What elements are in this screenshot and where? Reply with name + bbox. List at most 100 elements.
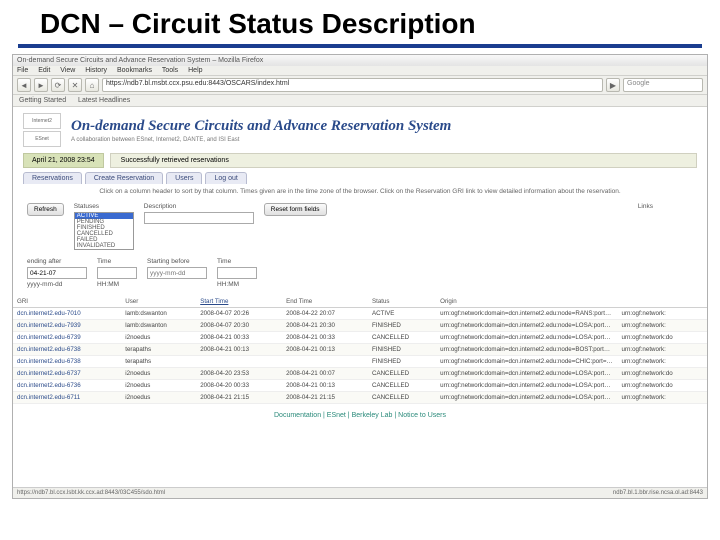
table-row[interactable]: dcn.internet2.edu-6711i2noedus2008-04-21… [13,392,707,404]
stop-icon[interactable]: ✕ [68,78,82,92]
reservations-table: GRI User Start Time End Time Status Orig… [13,296,707,404]
table-row[interactable]: dcn.internet2.edu-6739i2noedus2008-04-21… [13,332,707,344]
th-dest[interactable] [617,296,707,308]
menu-view[interactable]: View [60,67,75,74]
cell-end: 2008-04-21 00:33 [282,332,368,344]
cell-status: FINISHED [368,356,436,368]
cell-end: 2008-04-22 20:07 [282,308,368,320]
cell-status: CANCELLED [368,392,436,404]
bookmark-getting-started[interactable]: Getting Started [19,97,66,104]
cell-status: FINISHED [368,344,436,356]
table-row[interactable]: dcn.internet2.edu-7939lamb:dswanton2008-… [13,320,707,332]
cell-start: 2008-04-21 00:13 [196,344,282,356]
cell-start: 2008-04-21 21:15 [196,392,282,404]
table-row[interactable]: dcn.internet2.edu-6737i2noedus2008-04-20… [13,368,707,380]
statuses-select[interactable]: ACTIVE PENDING FINISHED CANCELLED FAILED… [74,212,134,250]
url-bar[interactable]: https://ndb7.bl.msbt.ccx.psu.edu:8443/OS… [102,78,603,92]
cell-gri[interactable]: dcn.internet2.edu-6736 [13,380,121,392]
ending-after-input[interactable] [27,267,87,279]
tab-create-reservation[interactable]: Create Reservation [85,172,163,184]
time-label-2: Time [217,258,257,265]
cell-origin: urn:ogf:network:domain=dcn.internet2.edu… [436,308,617,320]
page-header: Internet2 ESnet On-demand Secure Circuit… [13,107,707,153]
cell-origin: urn:ogf:network:domain=dcn.internet2.edu… [436,332,617,344]
browser-statusbar: https://ndb7.bl.ccx.lsbt.kk.ccx.ad:8443/… [13,487,707,498]
cell-gri[interactable]: dcn.internet2.edu-6738 [13,344,121,356]
cell-start: 2008-04-07 20:30 [196,320,282,332]
tab-users[interactable]: Users [166,172,202,184]
esnet-logo: ESnet [23,131,61,147]
status-msg: Successfully retrieved reservations [110,153,697,168]
statuses-label: Statuses [74,203,134,210]
cell-dest: urn:ogf:network: [617,356,707,368]
table-row[interactable]: dcn.internet2.edu-6738terapaths2008-04-2… [13,344,707,356]
cell-status: FINISHED [368,320,436,332]
cell-gri[interactable]: dcn.internet2.edu-6737 [13,368,121,380]
app-title: On-demand Secure Circuits and Advance Re… [71,118,451,135]
filter-row: Refresh Statuses ACTIVE PENDING FINISHED… [13,199,707,254]
bookmark-bar: Getting Started Latest Headlines [13,95,707,107]
description-input[interactable] [144,212,254,224]
browser-window: On-demand Secure Circuits and Advance Re… [12,54,708,499]
bookmark-latest-headlines[interactable]: Latest Headlines [78,97,130,104]
menu-bookmarks[interactable]: Bookmarks [117,67,152,74]
th-start[interactable]: Start Time [196,296,282,308]
cell-end: 2008-04-21 21:15 [282,392,368,404]
menu-history[interactable]: History [85,67,107,74]
cell-gri[interactable]: dcn.internet2.edu-6739 [13,332,121,344]
cell-origin: urn:ogf:network:domain=dcn.internet2.edu… [436,344,617,356]
description-label: Description [144,203,254,210]
starting-before-input[interactable] [147,267,207,279]
internet2-logo: Internet2 [23,113,61,129]
home-icon[interactable]: ⌂ [85,78,99,92]
cell-end: 2008-04-21 20:30 [282,320,368,332]
search-box[interactable]: Google [623,78,703,92]
time-input-2[interactable] [217,267,257,279]
th-end[interactable]: End Time [282,296,368,308]
menu-edit[interactable]: Edit [38,67,50,74]
th-gri[interactable]: GRI [13,296,121,308]
footer-links[interactable]: Documentation | ESnet | Berkeley Lab | N… [13,404,707,427]
reload-icon[interactable]: ⟳ [51,78,65,92]
cell-dest: urn:ogf:network:do [617,368,707,380]
th-origin[interactable]: Origin [436,296,617,308]
cell-end: 2008-04-21 00:13 [282,380,368,392]
tab-reservations[interactable]: Reservations [23,172,82,184]
status-host: ndb7.bl.1.bbr.rise.ncsa.ol.ad:8443 [613,490,703,496]
browser-titlebar: On-demand Secure Circuits and Advance Re… [13,55,707,66]
table-row[interactable]: dcn.internet2.edu-6736i2noedus2008-04-20… [13,380,707,392]
cell-start: 2008-04-20 23:53 [196,368,282,380]
table-row[interactable]: dcn.internet2.edu-7010lamb:dswanton2008-… [13,308,707,320]
cell-dest: urn:ogf:network: [617,392,707,404]
date-format-hint: yyyy-mm-dd [27,281,87,288]
cell-user: i2noedus [121,380,196,392]
cell-start: 2008-04-07 20:26 [196,308,282,320]
cell-status: CANCELLED [368,332,436,344]
time-input-1[interactable] [97,267,137,279]
cell-end: 2008-04-21 00:13 [282,344,368,356]
menu-help[interactable]: Help [188,67,202,74]
cell-gri[interactable]: dcn.internet2.edu-7939 [13,320,121,332]
cell-user: terapaths [121,344,196,356]
cell-origin: urn:ogf:network:domain=dcn.internet2.edu… [436,380,617,392]
cell-gri[interactable]: dcn.internet2.edu-7010 [13,308,121,320]
instruction-text: Click on a column header to sort by that… [13,184,707,199]
th-user[interactable]: User [121,296,196,308]
cell-end: 2008-04-21 00:07 [282,368,368,380]
refresh-button[interactable]: Refresh [27,203,64,216]
menu-tools[interactable]: Tools [162,67,178,74]
reset-button[interactable]: Reset form fields [264,203,327,216]
cell-gri[interactable]: dcn.internet2.edu-6711 [13,392,121,404]
cell-dest: urn:ogf:network:do [617,332,707,344]
tab-logout[interactable]: Log out [205,172,246,184]
cell-end [282,356,368,368]
cell-origin: urn:ogf:network:domain=dcn.internet2.edu… [436,356,617,368]
menu-file[interactable]: File [17,67,28,74]
forward-icon[interactable]: ► [34,78,48,92]
table-row[interactable]: dcn.internet2.edu-6738terapathsFINISHEDu… [13,356,707,368]
back-icon[interactable]: ◄ [17,78,31,92]
status-opt-invalidated[interactable]: INVALIDATED [75,243,133,249]
go-icon[interactable]: ▶ [606,78,620,92]
cell-gri[interactable]: dcn.internet2.edu-6738 [13,356,121,368]
th-status[interactable]: Status [368,296,436,308]
